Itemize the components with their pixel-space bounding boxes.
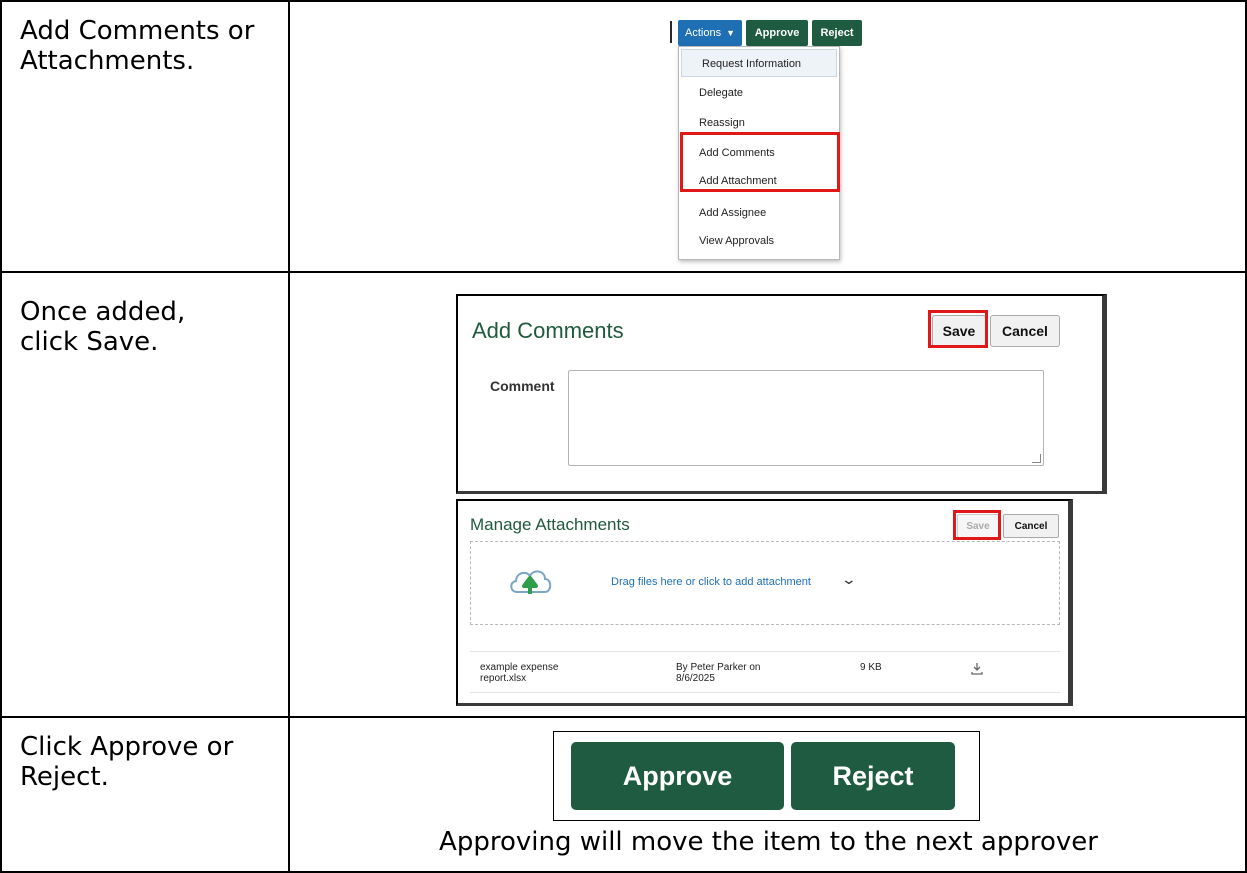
toolbar-separator (670, 21, 672, 43)
approve-caption: Approving will move the item to the next… (439, 827, 1098, 857)
menu-item-view-approvals[interactable]: View Approvals (679, 227, 839, 255)
reject-button[interactable]: Reject (812, 20, 862, 46)
highlight-box-save (928, 310, 988, 348)
manage-attachments-dialog: Manage Attachments Save Cancel Drag file… (456, 499, 1073, 706)
attachments-cancel-button[interactable]: Cancel (1003, 514, 1059, 538)
manage-attachments-title: Manage Attachments (470, 515, 630, 534)
chevron-down-icon[interactable]: ⌄ (841, 571, 857, 588)
attachment-uploaded-by: By Peter Parker on 8/6/2025 (676, 662, 761, 684)
dropzone-text[interactable]: Drag files here or click to add attachme… (611, 576, 811, 588)
actions-button-label: Actions (685, 27, 722, 39)
menu-item-request-information[interactable]: Request Information (681, 49, 837, 77)
table-column-divider (288, 0, 290, 873)
caret-down-icon: ▼ (726, 28, 735, 38)
attachment-file-size: 9 KB (860, 662, 882, 673)
approve-button-large[interactable]: Approve (571, 742, 784, 810)
comment-label: Comment (490, 378, 555, 394)
table-row-divider-2 (0, 716, 1247, 718)
resize-handle-icon[interactable] (1032, 454, 1041, 463)
attachment-dropzone[interactable]: Drag files here or click to add attachme… (470, 541, 1060, 625)
add-comments-title: Add Comments (472, 318, 624, 343)
comment-textarea[interactable] (568, 370, 1044, 466)
reject-button-large[interactable]: Reject (791, 742, 955, 810)
menu-item-add-assignee[interactable]: Add Assignee (679, 199, 839, 227)
table-row-divider-1 (0, 271, 1247, 273)
table-border-top (0, 0, 1247, 2)
cloud-upload-icon (510, 570, 552, 594)
actions-button[interactable]: Actions ▼ (678, 20, 742, 46)
cancel-button[interactable]: Cancel (990, 315, 1060, 347)
attachment-file-name[interactable]: example expense report.xlsx (480, 662, 590, 684)
download-icon[interactable] (970, 662, 984, 676)
approve-reject-screenshot: Approve Reject (553, 731, 980, 821)
highlight-box-attachments-save (953, 510, 1001, 540)
step-3-instruction: Click Approve or Reject. (20, 732, 234, 792)
menu-item-delegate[interactable]: Delegate (679, 79, 839, 107)
table-border-left (0, 0, 2, 873)
highlight-box-add-comments-attachment (680, 132, 840, 192)
actions-menu-screenshot: Actions ▼ Approve Reject Request Informa… (670, 18, 870, 260)
add-comments-dialog: Add Comments Save Cancel Comment (456, 294, 1107, 494)
step-2-instruction: Once added, click Save. (20, 297, 186, 357)
step-1-instruction: Add Comments or Attachments. (20, 16, 255, 76)
attachment-row: example expense report.xlsx By Peter Par… (470, 651, 1060, 693)
approve-button[interactable]: Approve (746, 20, 808, 46)
